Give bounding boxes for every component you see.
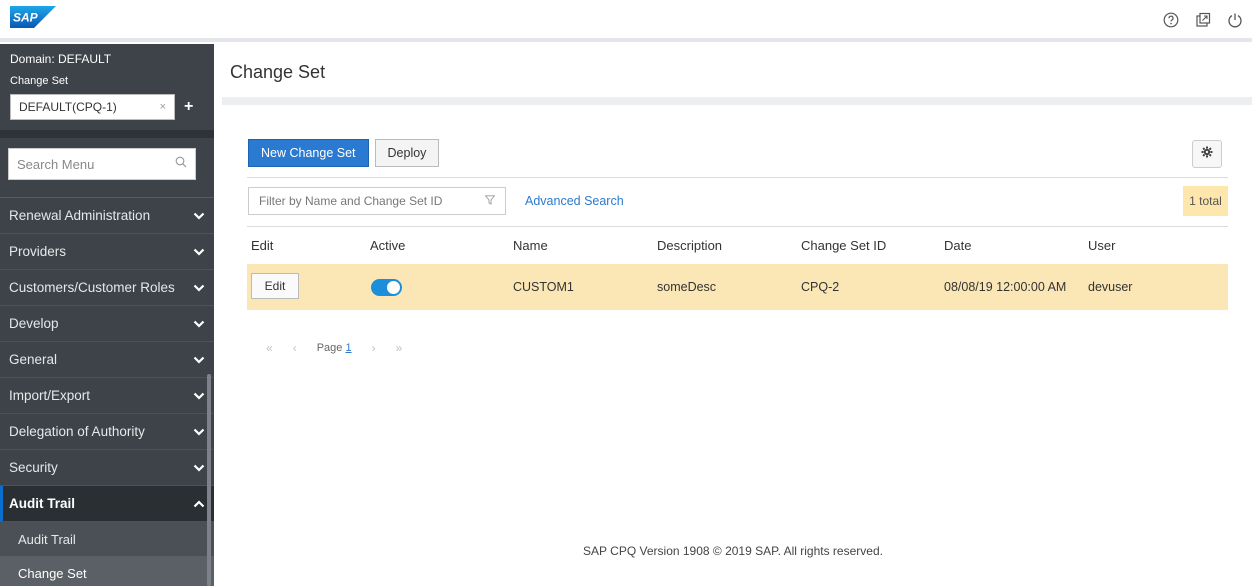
search-menu-box[interactable] [8,148,196,180]
sidebar-item-label: Security [9,460,58,475]
sidebar-item-label: Develop [9,316,59,331]
next-page-button[interactable]: › [372,341,376,355]
sidebar-item-security[interactable]: Security [0,450,214,486]
column-header-name[interactable]: Name [513,238,548,253]
row-date: 08/08/19 12:00:00 AM [944,280,1067,294]
toggle-knob [387,281,400,294]
help-icon[interactable] [1162,11,1180,29]
page-number-link[interactable]: 1 [345,342,351,354]
title-divider [222,97,1252,105]
sidebar-item-delegation-of-authority[interactable]: Delegation of Authority [0,414,214,450]
row-user: devuser [1088,280,1133,294]
table-header: Edit Active Name Description Change Set … [247,234,1228,262]
deploy-button[interactable]: Deploy [374,139,440,167]
svg-text:SAP: SAP [13,11,39,25]
active-toggle[interactable] [371,279,402,296]
column-header-change-set-id[interactable]: Change Set ID [801,238,886,253]
first-page-button[interactable]: « [266,341,273,355]
sidebar-item-label: Audit Trail [9,496,76,511]
row-change-set-id: CPQ-2 [801,280,840,294]
search-icon[interactable] [175,155,187,173]
settings-button[interactable] [1192,140,1222,168]
gear-icon [1201,145,1213,163]
sap-logo[interactable]: SAP [10,6,56,28]
filter-input[interactable] [259,194,469,208]
sidebar-item-customers[interactable]: Customers/Customer Roles [0,270,214,306]
sidebar-item-label: General [9,352,58,367]
chevron-down-icon [192,461,206,475]
chevron-down-icon [192,209,206,223]
sidebar-item-general[interactable]: General [0,342,214,378]
sidebar-item-label: Renewal Administration [9,208,151,223]
last-page-button[interactable]: » [396,341,403,355]
column-header-edit[interactable]: Edit [251,238,273,253]
sidebar-item-import-export[interactable]: Import/Export [0,378,214,414]
change-set-label: Change Set [10,75,69,87]
filter-box[interactable] [248,187,506,215]
top-bar: SAP [0,0,1252,42]
sidebar-item-providers[interactable]: Providers [0,234,214,270]
chevron-down-icon [192,281,206,295]
toolbar: New Change Set Deploy [248,139,440,167]
pagination: « ‹ Page 1 › » [266,341,402,355]
sidebar-item-label: Delegation of Authority [9,424,145,439]
page-indicator: Page 1 [317,342,352,354]
sidebar-item-audit-trail[interactable]: Audit Trail [0,486,214,522]
chevron-down-icon [192,389,206,403]
sidebar-scrollbar[interactable] [207,374,211,586]
chevron-up-icon [192,497,206,511]
column-header-user[interactable]: User [1088,238,1115,253]
sidebar-item-label: Import/Export [9,388,91,403]
sidebar-item-develop[interactable]: Develop [0,306,214,342]
page-title: Change Set [230,62,326,82]
chevron-down-icon [192,317,206,331]
previous-page-button[interactable]: ‹ [293,341,297,355]
row-description: someDesc [657,280,717,294]
edit-button[interactable]: Edit [251,273,299,299]
toolbar-divider [247,177,1228,178]
add-change-set-icon[interactable]: + [184,98,193,116]
column-header-description[interactable]: Description [657,238,722,253]
advanced-search-link[interactable]: Advanced Search [525,194,624,208]
table-row[interactable]: Edit CUSTOM1 someDesc CPQ-2 08/08/19 12:… [247,264,1228,310]
row-name: CUSTOM1 [513,280,574,294]
column-header-date[interactable]: Date [944,238,971,253]
chevron-down-icon [192,353,206,367]
open-window-icon[interactable] [1194,11,1212,29]
table-top-divider [247,226,1228,227]
sidebar-menu: Renewal Administration Providers Custome… [0,197,214,586]
clear-change-set-icon[interactable]: × [160,101,166,113]
sidebar: Domain: DEFAULT Change Set DEFAULT(CPQ-1… [0,44,214,586]
domain-label: Domain: DEFAULT [10,52,112,66]
sidebar-item-renewal-administration[interactable]: Renewal Administration [0,198,214,234]
sidebar-divider [0,130,214,138]
page-label: Page [316,342,343,354]
new-change-set-button[interactable]: New Change Set [248,139,369,167]
power-icon[interactable] [1226,11,1244,29]
search-menu-input[interactable] [17,156,157,172]
sidebar-subitem-audit-trail[interactable]: Audit Trail [0,522,214,556]
column-header-active[interactable]: Active [370,238,405,253]
sidebar-item-label: Providers [9,244,67,259]
total-count-badge: 1 total [1183,186,1228,216]
chevron-down-icon [192,245,206,259]
filter-icon[interactable] [484,192,496,210]
change-set-value: DEFAULT(CPQ-1) [19,100,117,114]
sidebar-item-label: Customers/Customer Roles [9,280,175,295]
change-set-select[interactable]: DEFAULT(CPQ-1) × [10,94,175,120]
footer-copyright: SAP CPQ Version 1908 © 2019 SAP. All rig… [583,544,883,558]
main-content: Change Set New Change Set Deploy Advance… [214,44,1252,586]
chevron-down-icon [192,425,206,439]
sidebar-subitem-change-set[interactable]: Change Set [0,556,214,586]
